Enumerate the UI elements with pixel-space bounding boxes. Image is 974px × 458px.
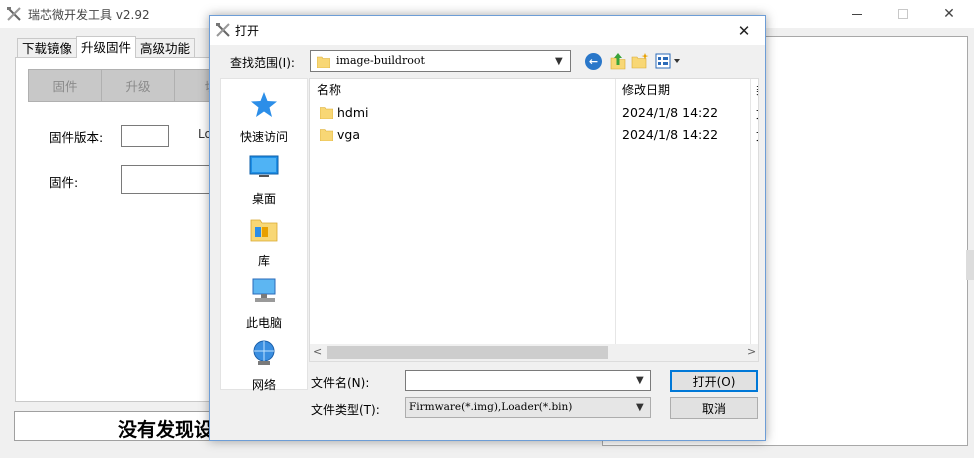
close-icon: ✕ (737, 21, 751, 40)
device-status-bar: 没有发现设 (14, 411, 214, 441)
tab-upgrade-firmware[interactable]: 升级固件 (76, 36, 137, 58)
maximize-button[interactable] (880, 0, 926, 28)
network-icon (253, 340, 275, 365)
column-header-type[interactable]: 类 (756, 79, 758, 101)
firmware-label: 固件: (49, 175, 79, 190)
chevron-down-icon[interactable]: ▼ (636, 402, 644, 413)
minimize-button[interactable] (834, 0, 880, 28)
back-button[interactable]: ← (585, 53, 602, 70)
place-label: 桌面 (251, 192, 276, 206)
open-file-dialog: 打开 ✕ 查找范围(I): image-buildroot ▼ ← 快速访问 桌… (209, 15, 766, 441)
file-date: 2024/1/8 14:22 (622, 105, 719, 120)
chevron-down-icon: ▼ (555, 56, 563, 67)
star-icon (251, 92, 277, 117)
file-type-value: Firmware(*.img),Loader(*.bin) (409, 401, 573, 413)
column-header-date[interactable]: 修改日期 (622, 79, 670, 101)
place-label: 快速访问 (239, 130, 288, 144)
firmware-button[interactable]: 固件 (28, 69, 102, 102)
chevron-down-icon[interactable]: ▼ (636, 375, 644, 386)
look-in-value: image-buildroot (336, 54, 425, 67)
sort-ascending-icon: ^ (460, 78, 469, 86)
desktop-icon (249, 155, 279, 177)
file-list-view[interactable]: ^ 名称 修改日期 类 hdmi 2024/1/8 14:22 文 vga 20… (309, 78, 759, 362)
folder-icon (320, 129, 333, 141)
dialog-title: 打开 (235, 24, 260, 38)
background-tab-bar: 下载镜像 升级固件 高级功能 (17, 36, 196, 58)
dialog-close-button[interactable]: ✕ (722, 16, 766, 45)
view-menu-icon[interactable] (655, 53, 683, 69)
up-folder-icon[interactable] (609, 52, 627, 70)
log-scrollbar[interactable] (966, 250, 974, 280)
place-label: 此电脑 (245, 316, 282, 330)
look-in-combobox[interactable]: image-buildroot ▼ (310, 50, 571, 72)
file-type-select[interactable]: Firmware(*.img),Loader(*.bin) ▼ (405, 397, 651, 418)
firmware-version-field (121, 125, 169, 147)
scrollbar-thumb[interactable] (327, 346, 608, 359)
file-date: 2024/1/8 14:22 (622, 127, 719, 142)
file-type: 文 (756, 127, 758, 144)
place-desktop[interactable]: 桌面 (221, 153, 307, 211)
close-button[interactable]: ✕ (926, 0, 972, 28)
place-library[interactable]: 库 (221, 215, 307, 273)
column-header-name[interactable]: 名称 (317, 79, 341, 101)
background-window-title: 瑞芯微开发工具 v2.92 (28, 8, 150, 22)
close-icon: ✕ (943, 6, 955, 22)
file-type: 文 (756, 105, 758, 122)
device-status-text: 没有发现设 (118, 419, 214, 441)
folder-icon (320, 107, 333, 119)
library-icon (250, 219, 278, 242)
maximize-icon (898, 9, 908, 19)
horizontal-scrollbar[interactable]: < > (310, 344, 758, 361)
places-bar: 快速访问 桌面 库 此电脑 网络 (220, 78, 308, 392)
place-this-pc[interactable]: 此电脑 (221, 277, 307, 335)
file-name: vga (337, 127, 360, 142)
place-network[interactable]: 网络 (221, 339, 307, 397)
open-button[interactable]: 打开(O) (670, 370, 758, 392)
tab-advanced[interactable]: 高级功能 (135, 38, 196, 58)
look-in-label: 查找范围(I): (230, 56, 295, 70)
firmware-path-field (121, 165, 211, 194)
firmware-version-label: 固件版本: (49, 130, 104, 145)
chevron-right-icon[interactable]: > (747, 345, 756, 358)
tab-download-image[interactable]: 下载镜像 (17, 38, 78, 58)
file-name-input[interactable]: ▼ (405, 370, 651, 391)
tools-icon (216, 23, 230, 37)
cancel-button[interactable]: 取消 (670, 397, 758, 419)
background-tab-panel (15, 57, 215, 402)
chevron-left-icon[interactable]: < (313, 345, 322, 358)
dialog-titlebar: 打开 ✕ (210, 16, 765, 45)
tools-icon (7, 7, 21, 21)
file-row-vga[interactable]: vga 2024/1/8 14:22 文 (310, 124, 758, 146)
folder-icon (317, 56, 330, 68)
file-row-hdmi[interactable]: hdmi 2024/1/8 14:22 文 (310, 102, 758, 124)
place-label: 网络 (251, 378, 276, 392)
file-name-label: 文件名(N): (311, 376, 370, 390)
place-quick-access[interactable]: 快速访问 (221, 91, 307, 149)
computer-icon (252, 278, 276, 302)
new-folder-icon[interactable] (631, 53, 649, 69)
minimize-icon (852, 13, 862, 15)
upgrade-button[interactable]: 升级 (101, 69, 175, 102)
arrow-left-icon: ← (588, 55, 599, 68)
file-name: hdmi (337, 105, 369, 120)
place-label: 库 (257, 254, 270, 268)
file-type-label: 文件类型(T): (311, 403, 380, 417)
